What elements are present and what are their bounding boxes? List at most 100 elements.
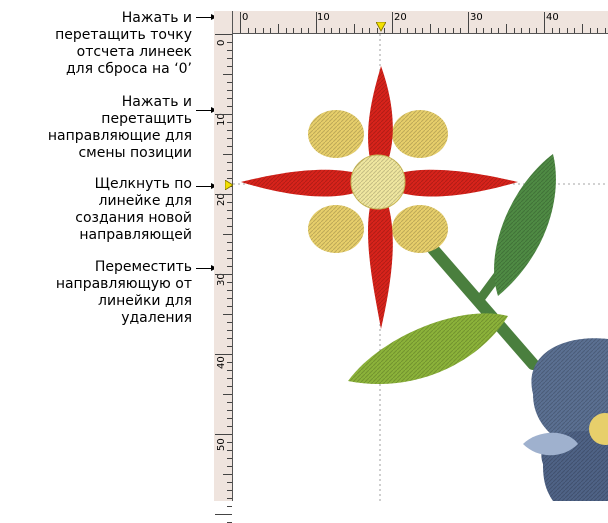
- ruler-tick: [498, 28, 500, 33]
- ruler-tick: [227, 42, 232, 43]
- callout-arrow: [196, 107, 217, 113]
- ruler-tick: [227, 266, 232, 267]
- ruler-tick: [215, 114, 232, 115]
- ruler-tick: [414, 28, 416, 33]
- ruler-tick: [227, 106, 232, 107]
- ruler-tick: [430, 24, 431, 33]
- ruler-tick: [369, 28, 371, 33]
- design-canvas[interactable]: [233, 34, 608, 501]
- ruler-tick: [247, 28, 249, 33]
- ruler-tick: [227, 170, 232, 171]
- ruler-tick: [227, 346, 232, 347]
- embroidery-design: [233, 34, 608, 501]
- ruler-v-label: 50: [216, 438, 227, 451]
- ruler-tick: [215, 514, 232, 515]
- ruler-tick: [227, 338, 232, 339]
- ruler-tick: [227, 226, 232, 227]
- horizontal-ruler[interactable]: 0 10 20 30 40: [230, 11, 608, 34]
- guide-marker-horizontal[interactable]: [376, 22, 386, 32]
- ruler-tick: [227, 298, 232, 299]
- ruler-tick: [574, 28, 576, 33]
- ruler-tick: [227, 202, 232, 203]
- ruler-tick: [589, 28, 591, 33]
- callout-line: смены позиции: [78, 145, 192, 161]
- ruler-tick: [227, 58, 232, 59]
- ruler-tick: [227, 146, 232, 147]
- ruler-h-label: 30: [470, 12, 483, 23]
- ruler-tick: [227, 370, 232, 371]
- ruler-tick: [536, 28, 538, 33]
- ruler-tick: [227, 282, 232, 283]
- ruler-tick: [300, 28, 302, 33]
- ruler-tick: [551, 28, 553, 33]
- ruler-tick: [227, 442, 232, 443]
- callout-create-guide: Щелкнуть по линейке для создания новой н…: [2, 176, 192, 244]
- ruler-tick: [215, 194, 232, 195]
- ruler-tick: [227, 130, 232, 131]
- ruler-tick: [445, 28, 447, 33]
- ruler-tick: [521, 28, 523, 33]
- ruler-h-label: 20: [394, 12, 407, 23]
- ruler-tick: [227, 322, 232, 323]
- ruler-tick: [227, 498, 232, 499]
- ruler-tick: [223, 314, 232, 315]
- ruler-tick: [227, 386, 232, 387]
- callout-line: Нажать и: [121, 10, 192, 26]
- ruler-tick: [483, 28, 485, 33]
- ruler-tick: [475, 28, 477, 33]
- ruler-tick: [346, 28, 348, 33]
- ruler-h-label: 40: [546, 12, 559, 23]
- ruler-tick: [559, 28, 561, 33]
- ruler-tick: [566, 28, 568, 33]
- ruler-tick: [227, 306, 232, 307]
- ruler-tick: [227, 50, 232, 51]
- ruler-tick: [227, 490, 232, 491]
- callout-line: Нажать и: [121, 94, 192, 110]
- ruler-v-label: 10: [216, 113, 227, 126]
- ruler-tick: [255, 28, 257, 33]
- ruler-tick: [227, 378, 232, 379]
- ruler-tick: [227, 402, 232, 403]
- ruler-tick: [227, 98, 232, 99]
- callout-line: отсчета линеек: [76, 44, 192, 60]
- ruler-tick: [270, 28, 272, 33]
- callout-line: для сброса на ‘0’: [66, 61, 192, 77]
- ruler-tick: [227, 242, 232, 243]
- ruler-tick: [316, 12, 317, 33]
- ruler-tick: [223, 234, 232, 235]
- ruler-tick: [604, 28, 606, 33]
- ruler-tick: [227, 458, 232, 459]
- ruler-tick: [293, 28, 295, 33]
- ruler-tick: [308, 28, 310, 33]
- ruler-tick: [331, 28, 333, 33]
- callout-line: линейки для: [98, 293, 192, 309]
- ruler-tick: [227, 290, 232, 291]
- ruler-tick: [215, 434, 232, 435]
- ruler-tick: [513, 28, 515, 33]
- ruler-tick: [227, 450, 232, 451]
- ruler-tick: [528, 28, 530, 33]
- callout-line: направляющие для: [47, 128, 192, 144]
- callout-line: удаления: [121, 310, 192, 326]
- ruler-tick: [285, 28, 287, 33]
- ruler-tick: [227, 258, 232, 259]
- callout-remove-guide: Переместить направляющую от линейки для …: [2, 259, 192, 327]
- callout-line: создания новой: [75, 210, 192, 226]
- ruler-tick: [227, 330, 232, 331]
- callout-line: Переместить: [94, 259, 192, 275]
- callout-reset-origin: Нажать и перетащить точку отсчета линеек…: [2, 10, 192, 78]
- ruler-tick: [582, 24, 583, 33]
- ruler-tick: [223, 74, 232, 75]
- callout-line: линейке для: [98, 193, 192, 209]
- ruler-tick: [227, 90, 232, 91]
- callout-arrow: [196, 183, 217, 189]
- ruler-tick: [215, 274, 232, 275]
- ruler-tick: [437, 28, 439, 33]
- ruler-v-label: 20: [216, 193, 227, 206]
- callout-line: перетащить: [101, 111, 192, 127]
- ruler-tick: [354, 24, 355, 33]
- ruler-tick: [227, 210, 232, 211]
- ruler-tick: [468, 12, 469, 33]
- ruler-tick: [227, 218, 232, 219]
- vertical-ruler[interactable]: 0 10 20 30 40 50: [214, 11, 233, 523]
